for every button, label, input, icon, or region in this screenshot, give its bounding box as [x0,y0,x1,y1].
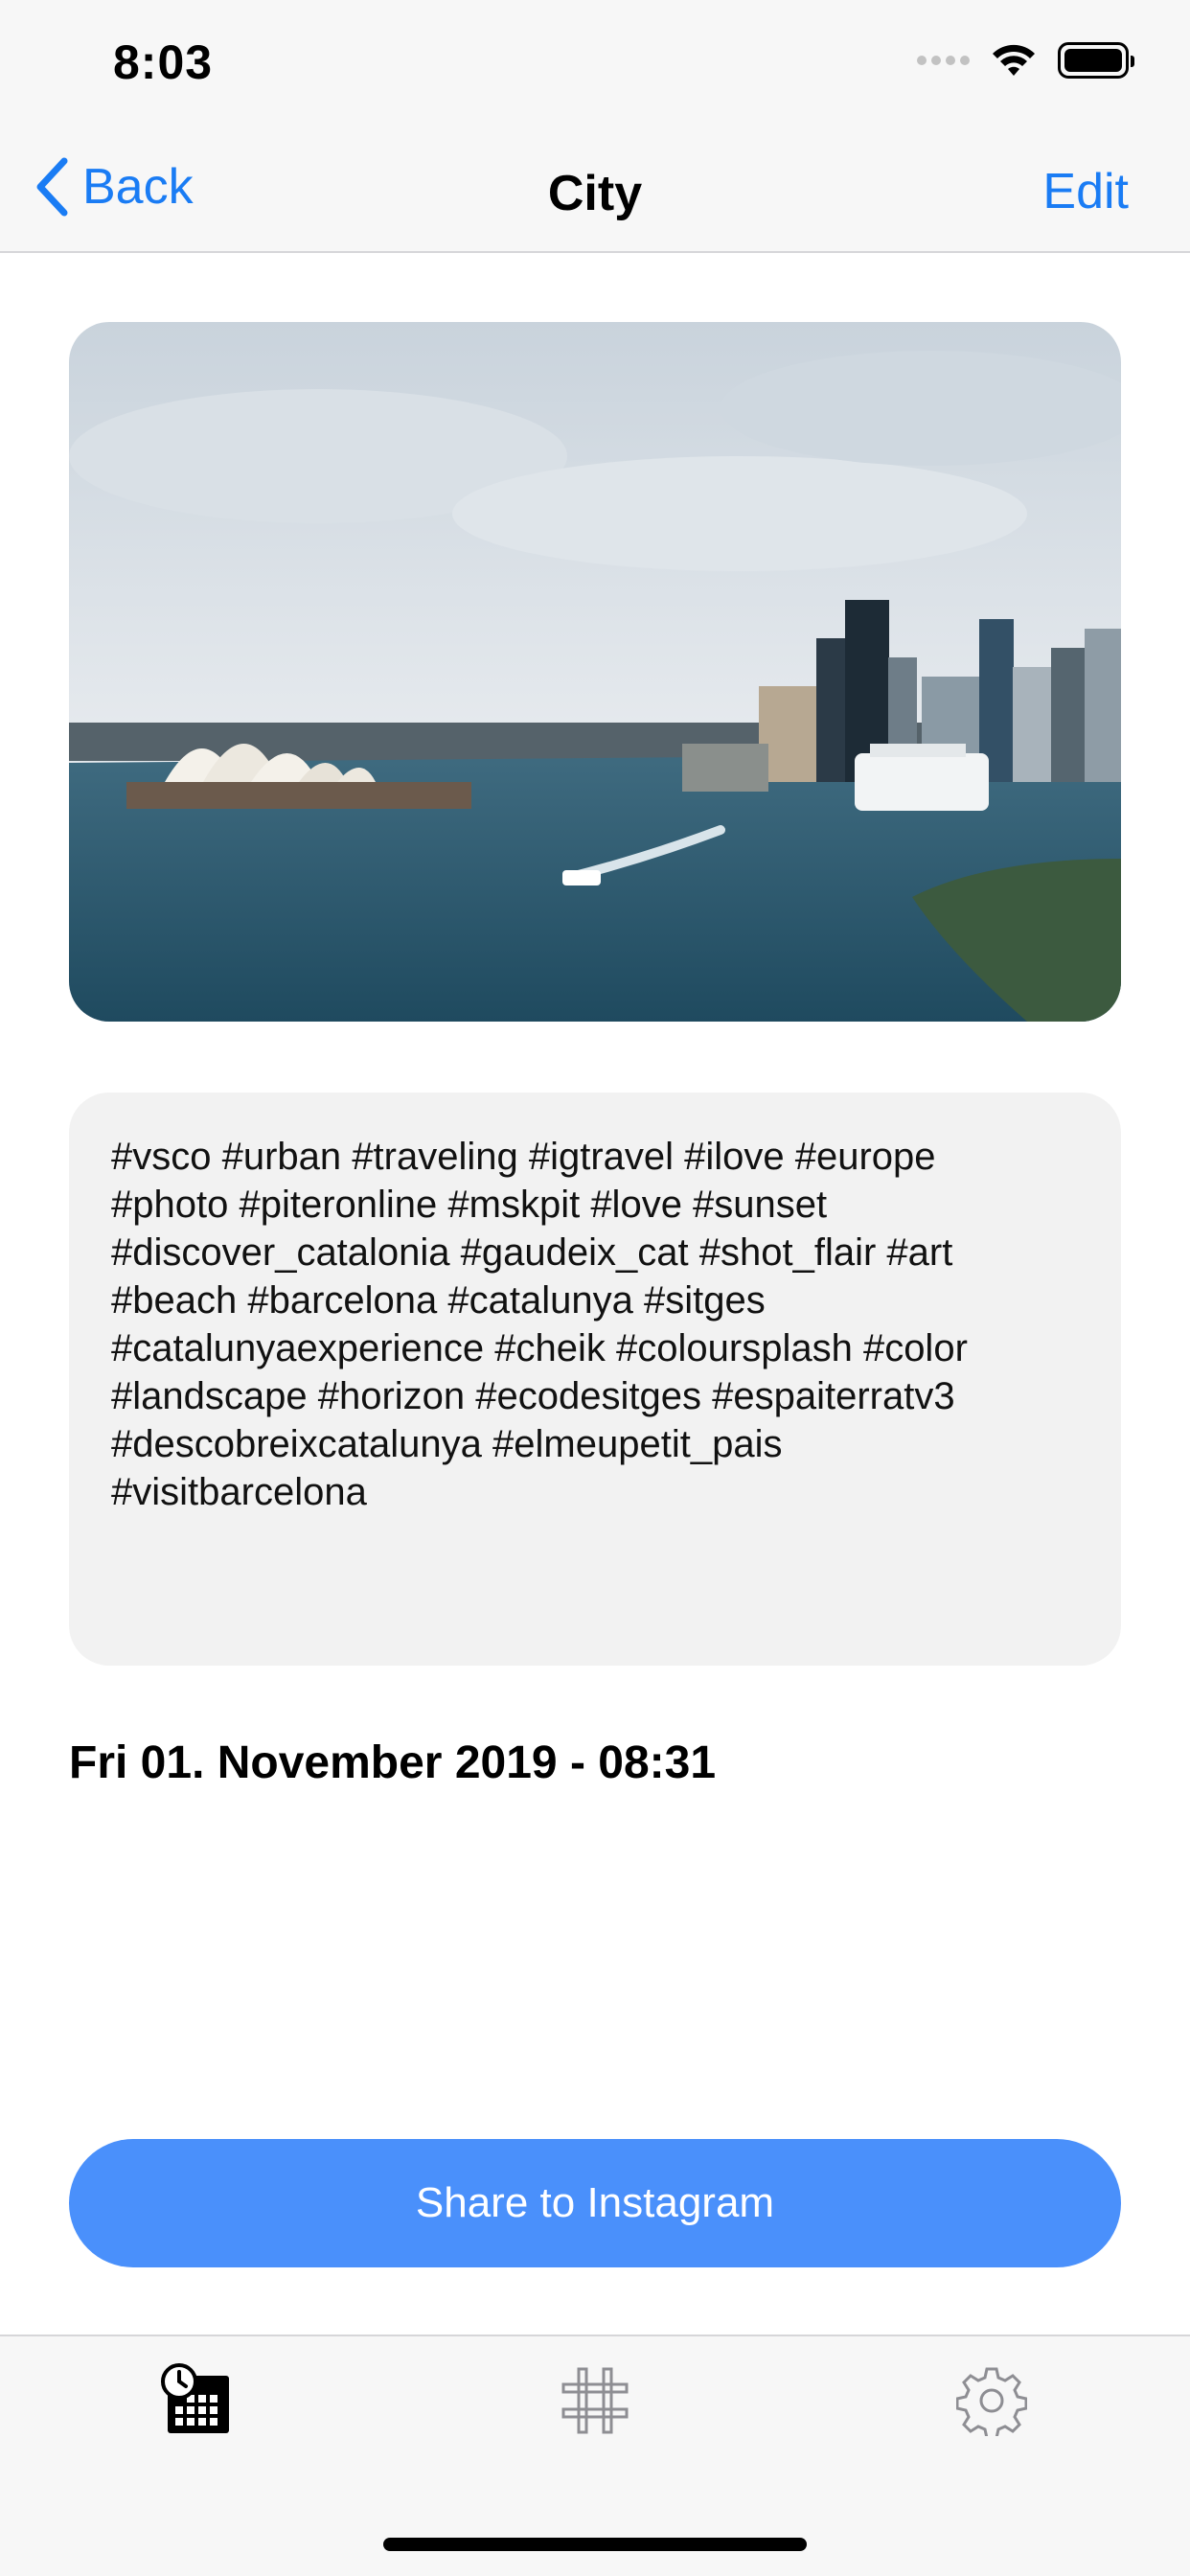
battery-icon [1058,42,1134,79]
post-photo [69,322,1121,1022]
status-icons [917,42,1134,79]
gear-icon [956,2367,1027,2436]
home-indicator [383,2538,807,2551]
tags-box[interactable]: #vsco #urban #traveling #igtravel #ilove… [69,1092,1121,1666]
status-bar: 8:03 [0,0,1190,126]
cellular-signal-icon [917,56,970,65]
status-time: 8:03 [113,35,214,89]
post-date: Fri 01. November 2019 - 08:31 [69,1737,717,1788]
edit-button[interactable]: Edit [1042,163,1129,220]
tab-schedule[interactable] [153,2358,240,2444]
navigation-bar: Back City Edit [0,126,1190,253]
hashtag-icon [561,2367,629,2434]
tags-text: #vsco #urban #traveling #igtravel #ilove… [111,1136,968,1513]
calendar-clock-icon [161,2363,229,2433]
tab-settings[interactable] [949,2358,1035,2444]
share-to-instagram-button[interactable]: Share to Instagram [69,2139,1121,2267]
page-title: City [547,166,643,221]
wifi-icon [993,44,1035,76]
tab-hashtags[interactable] [552,2358,638,2444]
